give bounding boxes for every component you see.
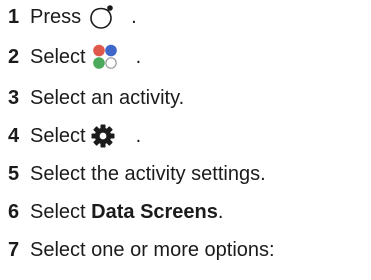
step-text-before: Select [30, 125, 92, 147]
step-number: 7 [8, 239, 20, 261]
step-text: Select Data Screens . [30, 201, 223, 223]
step-text: Select one or more options: [30, 239, 275, 261]
step-text-before: Select [30, 201, 92, 223]
step-7: 7 Select one or more options: [8, 234, 275, 266]
step-5: 5 Select the activity settings. [8, 158, 266, 190]
step-text-before: Select [30, 46, 92, 68]
step-number: 3 [8, 87, 20, 109]
instruction-steps: 1 Press . 2 Select . 3 Select an activit… [0, 0, 371, 280]
step-number: 2 [8, 46, 20, 68]
step-number: 6 [8, 201, 20, 223]
step-number: 1 [8, 6, 20, 28]
step-2: 2 Select . [8, 41, 141, 73]
step-text-after: . [217, 201, 224, 223]
data-screens-label: Data Screens [91, 201, 218, 223]
step-text-after: . [135, 125, 142, 147]
step-4: 4 Select . [8, 120, 141, 152]
step-number: 4 [8, 125, 20, 147]
step-text-after: . [135, 46, 142, 68]
step-number: 5 [8, 163, 20, 185]
step-text: Select the activity settings. [30, 163, 266, 185]
step-6: 6 Select Data Screens . [8, 196, 223, 228]
